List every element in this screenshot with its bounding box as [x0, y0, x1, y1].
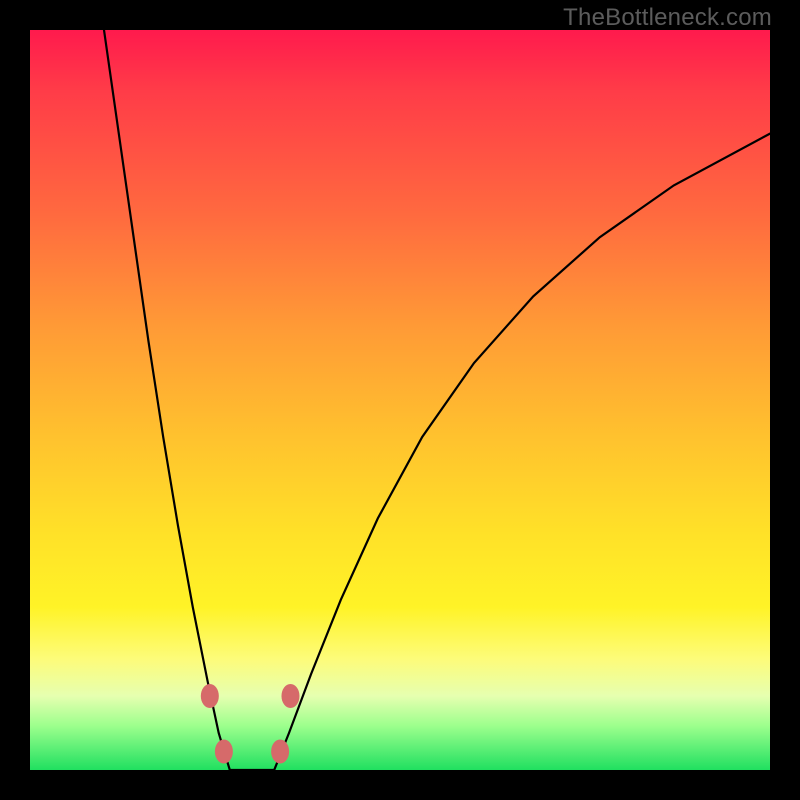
bottleneck-curve	[30, 30, 770, 770]
curve-marker	[215, 740, 233, 764]
curve-marker	[281, 684, 299, 708]
curve-marker	[271, 740, 289, 764]
chart-frame: TheBottleneck.com	[0, 0, 800, 800]
curve-path	[104, 30, 770, 770]
plot-area	[30, 30, 770, 770]
curve-marker	[201, 684, 219, 708]
watermark-text: TheBottleneck.com	[563, 4, 772, 32]
